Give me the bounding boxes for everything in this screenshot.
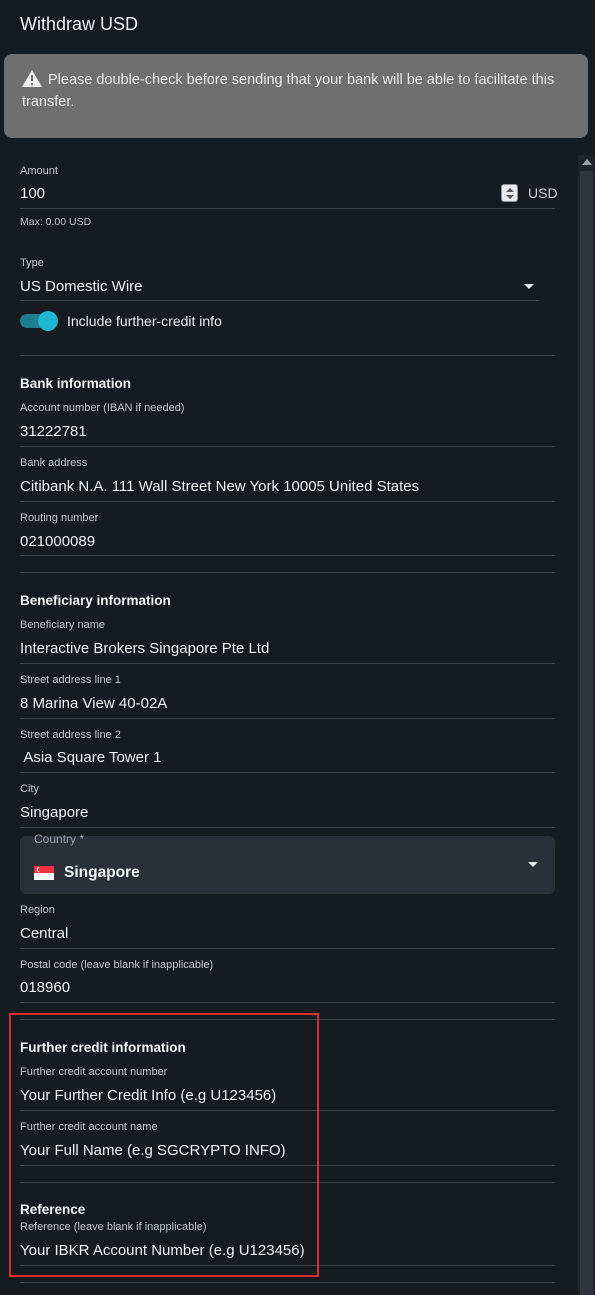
highlight-box [9,1013,319,1277]
routing-number-label: Routing number [20,512,99,524]
divider [20,1282,555,1283]
beneficiary-name-field[interactable]: Interactive Brokers Singapore Pte Ltd [20,640,269,657]
field-underline [20,663,555,664]
country-label: Country * [34,832,85,846]
decrement-icon[interactable] [506,195,514,199]
amount-label: Amount [20,165,58,177]
type-underline [20,300,539,301]
warning-alert: Please double-check before sending that … [4,54,588,138]
scroll-up-icon[interactable] [582,159,592,165]
scrollbar-thumb[interactable] [580,171,593,1295]
bank-section-title: Bank information [20,376,132,391]
city-label: City [20,783,39,795]
alert-text: Please double-check before sending that … [22,72,555,110]
region-label: Region [20,904,55,916]
toggle-knob[interactable] [38,311,58,331]
account-number-label: Account number (IBAN if needed) [20,402,185,414]
beneficiary-section-title: Beneficiary information [20,593,171,608]
amount-stepper[interactable] [501,184,518,202]
city-field[interactable]: Singapore [20,804,88,821]
field-underline [20,772,555,773]
street1-label: Street address line 1 [20,674,121,686]
street2-label: Street address line 2 [20,729,121,741]
field-underline [20,948,555,949]
field-underline [20,501,555,502]
field-underline [20,446,555,447]
type-label: Type [20,257,44,269]
increment-icon[interactable] [506,188,514,192]
divider [20,355,555,356]
bank-address-field[interactable]: Citibank N.A. 111 Wall Street New York 1… [20,478,419,495]
field-underline [20,827,555,828]
routing-number-field[interactable]: 021000089 [20,533,95,550]
field-underline [20,718,555,719]
amount-max: Max: 0.00 USD [20,216,92,228]
street2-field[interactable]: Asia Square Tower 1 [20,749,161,766]
amount-input[interactable]: 100 [20,185,45,202]
divider [20,572,555,573]
further-credit-toggle-label[interactable]: Include further-credit info [67,313,222,329]
country-select[interactable]: Country * Singapore [20,832,555,894]
singapore-flag-icon [34,866,54,880]
field-underline [20,555,555,556]
beneficiary-name-label: Beneficiary name [20,619,105,631]
postal-code-label: Postal code (leave blank if inapplicable… [20,959,214,971]
further-credit-toggle[interactable] [20,311,58,331]
amount-underline [20,208,555,209]
field-underline [20,1002,555,1003]
scrollbar[interactable] [578,155,595,1295]
account-number-field[interactable]: 31222781 [20,423,87,440]
currency-unit: USD [528,185,558,201]
country-value: Singapore [64,864,140,881]
chevron-down-icon[interactable] [528,862,538,867]
bank-address-label: Bank address [20,457,88,469]
warning-icon [22,70,42,87]
chevron-down-icon[interactable] [524,284,534,289]
region-field[interactable]: Central [20,925,68,942]
street1-field[interactable]: 8 Marina View 40-02A [20,695,167,712]
postal-code-field[interactable]: 018960 [20,979,70,996]
page-title: Withdraw USD [20,14,139,34]
type-select[interactable]: US Domestic Wire [20,278,143,295]
